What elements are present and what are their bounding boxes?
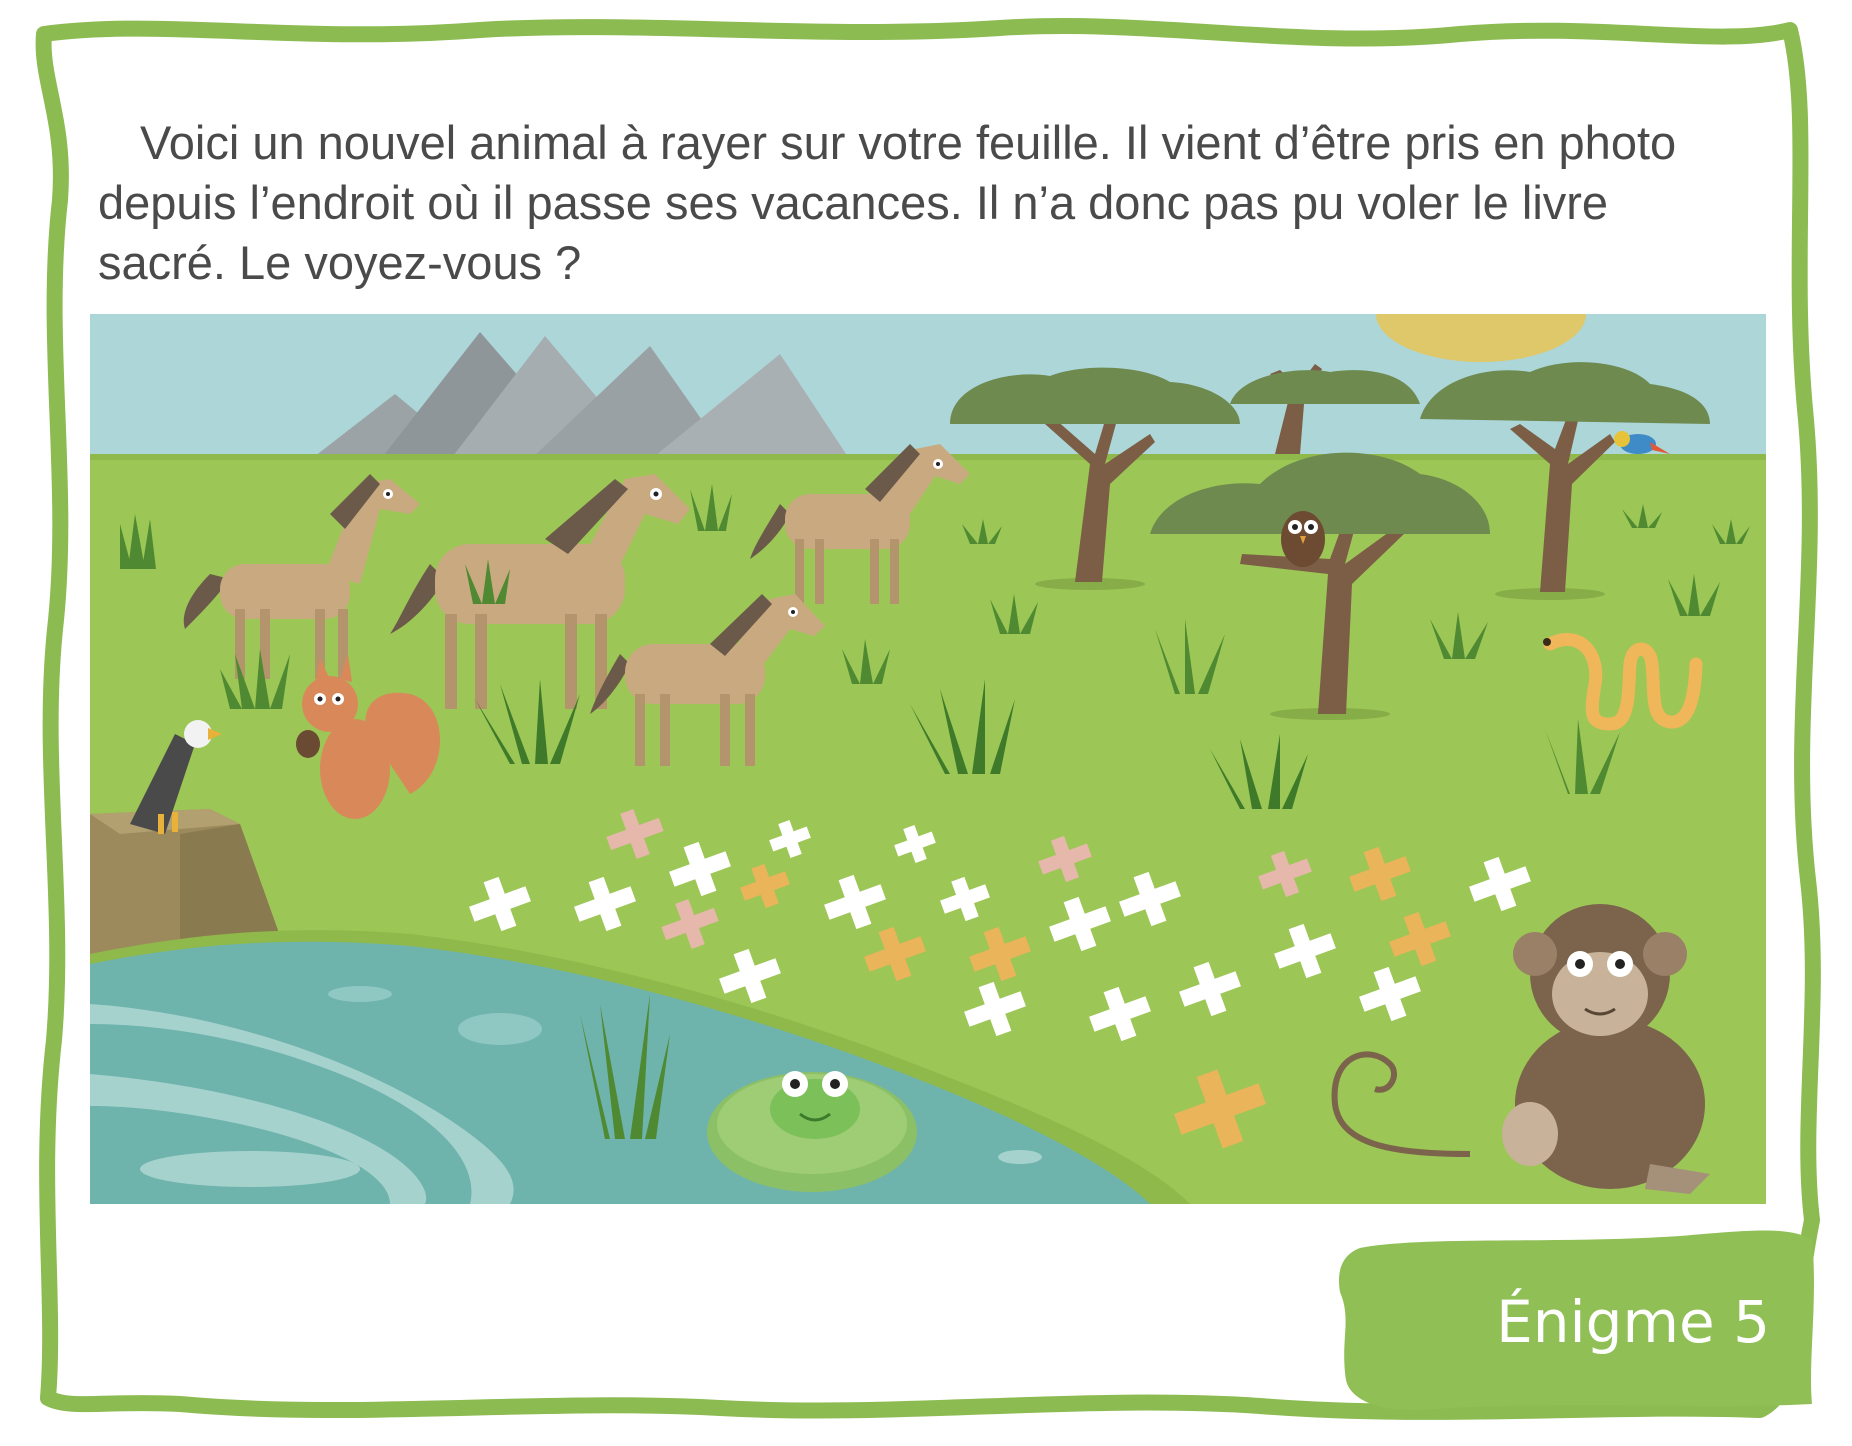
riddle-number-badge: Énigme 5: [1496, 1288, 1770, 1356]
frog: [770, 1071, 860, 1139]
savanna-illustration: [90, 314, 1766, 1204]
riddle-text: Voici un nouvel animal à rayer sur votre…: [98, 116, 1677, 289]
owl: [1281, 511, 1325, 567]
